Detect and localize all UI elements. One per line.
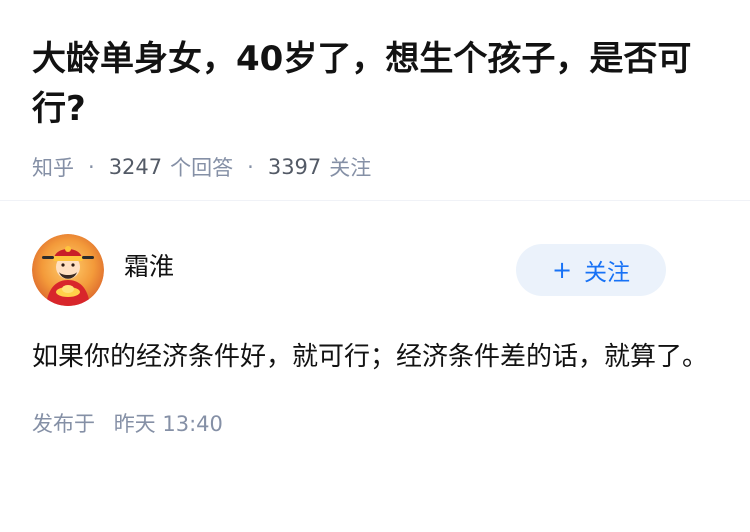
follow-button-label: 关注 <box>584 260 631 286</box>
followers-label: 关注 <box>329 156 372 180</box>
answer-card: 霜淮 + 关注 如果你的经济条件好，就可行；经济条件差的话，就算了。 发布于 昨… <box>0 234 750 438</box>
published-label: 发布于 <box>32 412 95 436</box>
avatar[interactable] <box>32 234 104 306</box>
source-label[interactable]: 知乎 <box>32 152 74 182</box>
answers-label: 个回答 <box>170 156 234 180</box>
meta-separator: · <box>88 155 95 179</box>
answers-count: 3247 <box>108 155 163 179</box>
question-header: 大龄单身女，40岁了，想生个孩子，是否可行? 知乎 · 3247 个回答 · 3… <box>0 0 750 180</box>
section-divider <box>0 200 750 201</box>
question-meta: 知乎 · 3247 个回答 · 3397 关注 <box>32 152 718 182</box>
meta-separator: · <box>247 155 254 179</box>
plus-icon: + <box>551 256 573 284</box>
followers-count: 3397 <box>267 155 322 179</box>
follow-button[interactable]: + 关注 <box>516 244 666 296</box>
author-name[interactable]: 霜淮 <box>124 247 174 283</box>
question-title[interactable]: 大龄单身女，40岁了，想生个孩子，是否可行? <box>32 34 718 134</box>
published-time: 昨天 13:40 <box>113 412 223 436</box>
avatar-image-icon <box>32 234 104 306</box>
answer-footer: 发布于 昨天 13:40 <box>32 408 718 438</box>
author-row: 霜淮 + 关注 <box>32 234 718 306</box>
answer-content[interactable]: 如果你的经济条件好，就可行；经济条件差的话，就算了。 <box>32 334 712 380</box>
